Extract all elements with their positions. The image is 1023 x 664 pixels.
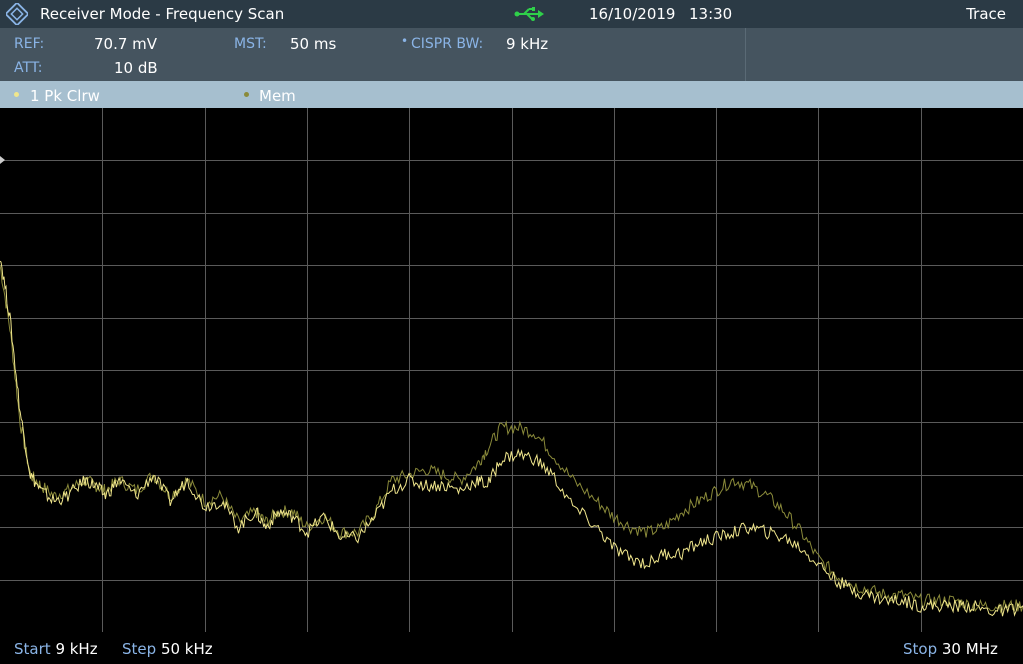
att-label: ATT:	[14, 60, 43, 76]
mst-value[interactable]: 50 ms	[290, 35, 336, 53]
mem-trace-label[interactable]: Mem	[259, 87, 296, 105]
spectrum-plot[interactable]	[0, 108, 1023, 632]
parameter-panel: REF: 70.7 mV ATT: 10 dB MST: 50 ms • CIS…	[0, 28, 745, 81]
start-key: Start	[14, 640, 51, 658]
trace1-label[interactable]: 1 Pk Clrw	[30, 87, 100, 105]
start-frequency[interactable]: Start 9 kHz	[14, 640, 98, 658]
trace-line-mem	[0, 265, 1023, 614]
trace-line-1-pk-clrw	[0, 260, 1023, 617]
step-frequency[interactable]: Step 50 kHz	[122, 640, 213, 658]
window-title: Receiver Mode - Frequency Scan	[40, 5, 285, 23]
rohde-schwarz-logo-icon	[6, 3, 28, 25]
usb-icon	[514, 7, 544, 21]
title-bar: Receiver Mode - Frequency Scan 16/10/201…	[0, 0, 1023, 28]
step-value: 50 kHz	[160, 640, 213, 658]
start-value: 9 kHz	[55, 640, 98, 658]
date-label: 16/10/2019	[589, 5, 676, 23]
stop-value: 30 MHz	[941, 640, 998, 658]
mem-dot-icon	[244, 92, 249, 97]
cispr-bw-label: CISPR BW:	[411, 36, 484, 52]
att-value[interactable]: 10 dB	[114, 59, 158, 77]
ref-label: REF:	[14, 36, 45, 52]
trace-menu-button[interactable]: Trace	[966, 5, 1006, 23]
spectrum-chart	[0, 108, 1023, 632]
trace1-dot-icon	[14, 92, 19, 97]
footer-bar: Start 9 kHz Step 50 kHz Stop 30 MHz	[0, 632, 1023, 664]
mst-label: MST:	[234, 36, 267, 52]
trace-legend-bar: 1 Pk Clrw Mem	[0, 81, 1023, 108]
step-key: Step	[122, 640, 157, 658]
cispr-bw-value[interactable]: 9 kHz	[506, 35, 548, 53]
stop-frequency[interactable]: Stop 30 MHz	[903, 640, 998, 658]
cispr-marker: •	[401, 34, 409, 48]
stop-key: Stop	[903, 640, 938, 658]
reference-level-marker-icon	[0, 156, 5, 164]
time-label: 13:30	[689, 5, 733, 23]
parameter-panel-right	[745, 28, 1023, 81]
ref-value[interactable]: 70.7 mV	[94, 35, 157, 53]
